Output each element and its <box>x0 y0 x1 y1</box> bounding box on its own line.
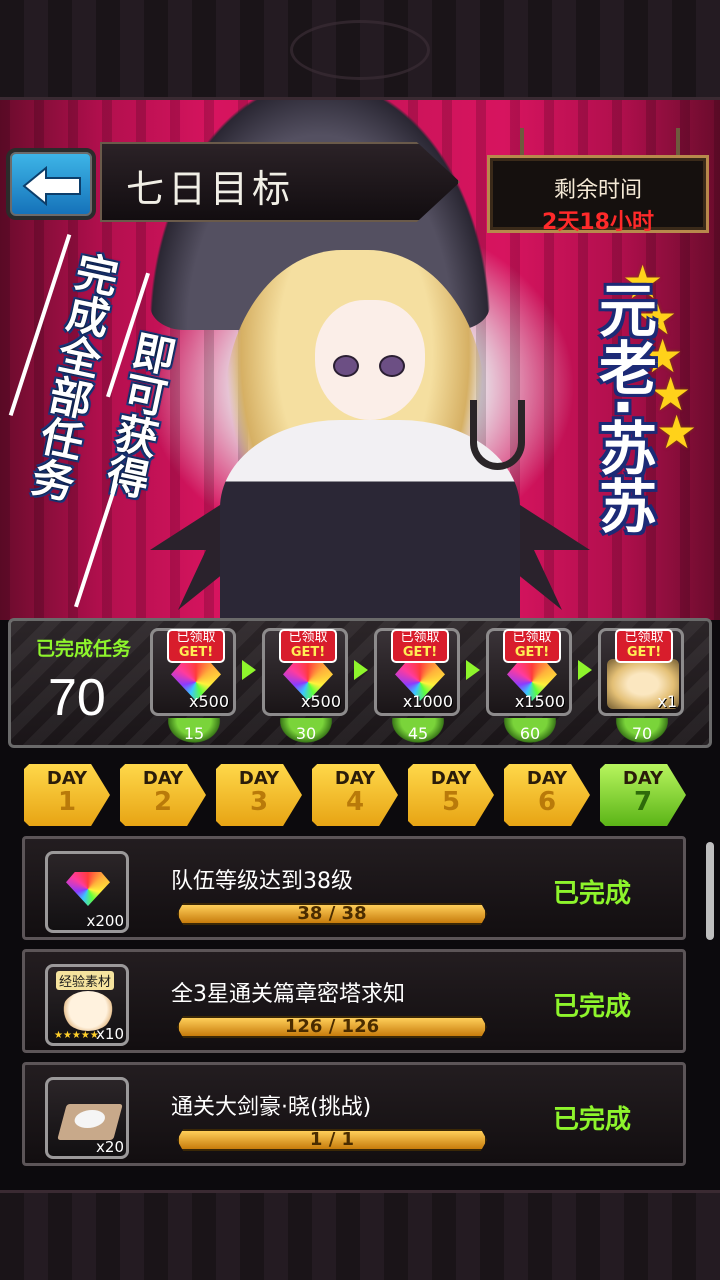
progress-arrow-icon <box>578 660 592 680</box>
day-tab-7[interactable]: DAY 7 <box>600 764 686 826</box>
claimed-badge: 已领取 GET! <box>167 629 225 663</box>
milestone-badge: 15 <box>164 718 224 746</box>
left-eye <box>333 355 359 377</box>
material-stars-icon: ★★★★★ <box>54 1030 99 1041</box>
star-icon: ★ <box>656 405 698 459</box>
rainbow-gem-icon <box>66 872 110 906</box>
task-progress-text: 126 / 126 <box>284 1016 380 1037</box>
task-description: 队伍等级达到38级 <box>171 869 353 894</box>
reward-icon-box: x200 <box>45 851 129 933</box>
task-description: 通关大剑豪·晓(挑战) <box>171 1095 372 1120</box>
task-row[interactable]: x200 队伍等级达到38级 38 / 38 已完成 <box>22 836 686 940</box>
task-list-scrollbar[interactable] <box>706 842 714 940</box>
progress-arrow-icon <box>242 660 256 680</box>
reward-slot-60[interactable]: 已领取 GET! x1500 <box>486 628 572 716</box>
bottom-frame <box>0 1190 720 1280</box>
task-status: 已完成 <box>553 992 632 1022</box>
timer-label: 剩余时间 <box>553 178 642 203</box>
day-tab-1[interactable]: DAY 1 <box>24 764 110 826</box>
task-status: 已完成 <box>553 1105 632 1135</box>
reward-quantity: x20 <box>96 1138 124 1156</box>
reward-slot-45[interactable]: 已领取 GET! x1000 <box>374 628 460 716</box>
completed-tasks-label: 已完成任务 <box>36 638 132 660</box>
day-tab-3[interactable]: DAY 3 <box>216 764 302 826</box>
day-tab-2[interactable]: DAY 2 <box>120 764 206 826</box>
reward-quantity: x500 <box>300 692 341 711</box>
day-tab-4[interactable]: DAY 4 <box>312 764 398 826</box>
day-tab-6[interactable]: DAY 6 <box>504 764 590 826</box>
reward-quantity: x1 <box>657 692 677 711</box>
milestone-badge: 30 <box>276 718 336 746</box>
timer-value: 2天18小时 <box>542 210 654 235</box>
reward-slot-15[interactable]: 已领取 GET! x500 <box>150 628 236 716</box>
timer-chain-left <box>520 128 524 156</box>
reward-slot-70[interactable]: 已领取 GET! x1 <box>598 628 684 716</box>
task-description: 全3星通关篇章密塔求知 <box>171 982 405 1007</box>
right-eye <box>379 355 405 377</box>
page-title: 七日目标 <box>126 167 295 211</box>
remaining-time-panel: 剩余时间 2天18小时 <box>487 155 709 235</box>
timer-chain-right <box>676 128 680 156</box>
frame-ornament <box>290 20 430 80</box>
reward-icon-box: 经验素材 ★★★★★ x10 <box>45 964 129 1046</box>
task-row[interactable]: 经验素材 ★★★★★ x10 全3星通关篇章密塔求知 126 / 126 已完成 <box>22 949 686 1053</box>
progress-arrow-icon <box>466 660 480 680</box>
progress-arrow-icon <box>354 660 368 680</box>
day-tab-5[interactable]: DAY 5 <box>408 764 494 826</box>
character-face-art <box>315 300 425 420</box>
reward-quantity: x200 <box>86 912 124 930</box>
milestone-badge: 70 <box>612 718 672 746</box>
completed-tasks-count: 70 <box>48 669 106 727</box>
material-label: 经验素材 <box>56 971 115 990</box>
claimed-badge: 已领取 GET! <box>391 629 449 663</box>
task-progress-text: 1 / 1 <box>309 1129 355 1150</box>
task-progress-text: 38 / 38 <box>297 903 367 924</box>
milestone-badge: 60 <box>500 718 560 746</box>
claimed-badge: 已领取 GET! <box>279 629 337 663</box>
reward-icon-box: x20 <box>45 1077 129 1159</box>
claimed-badge: 已领取 GET! <box>615 629 673 663</box>
top-frame <box>0 0 720 100</box>
salt-item-icon <box>57 1104 123 1140</box>
reward-quantity: x1000 <box>402 692 453 711</box>
claimed-badge: 已领取 GET! <box>503 629 561 663</box>
task-status: 已完成 <box>553 879 632 909</box>
reward-quantity: x500 <box>188 692 229 711</box>
milestone-badge: 45 <box>388 718 448 746</box>
reward-slot-30[interactable]: 已领取 GET! x500 <box>262 628 348 716</box>
reward-quantity: x10 <box>96 1025 124 1043</box>
umbrella-handle-art <box>470 400 525 470</box>
back-arrow-icon <box>22 166 81 206</box>
character-name: 元老·苏苏 <box>589 280 657 535</box>
back-button[interactable] <box>6 148 96 220</box>
reward-quantity: x1500 <box>514 692 565 711</box>
task-list: x200 队伍等级达到38级 38 / 38 已完成 经验素材 ★★★★★ x1… <box>22 836 688 1176</box>
task-row[interactable]: x20 通关大剑豪·晓(挑战) 1 / 1 已完成 <box>22 1062 686 1166</box>
